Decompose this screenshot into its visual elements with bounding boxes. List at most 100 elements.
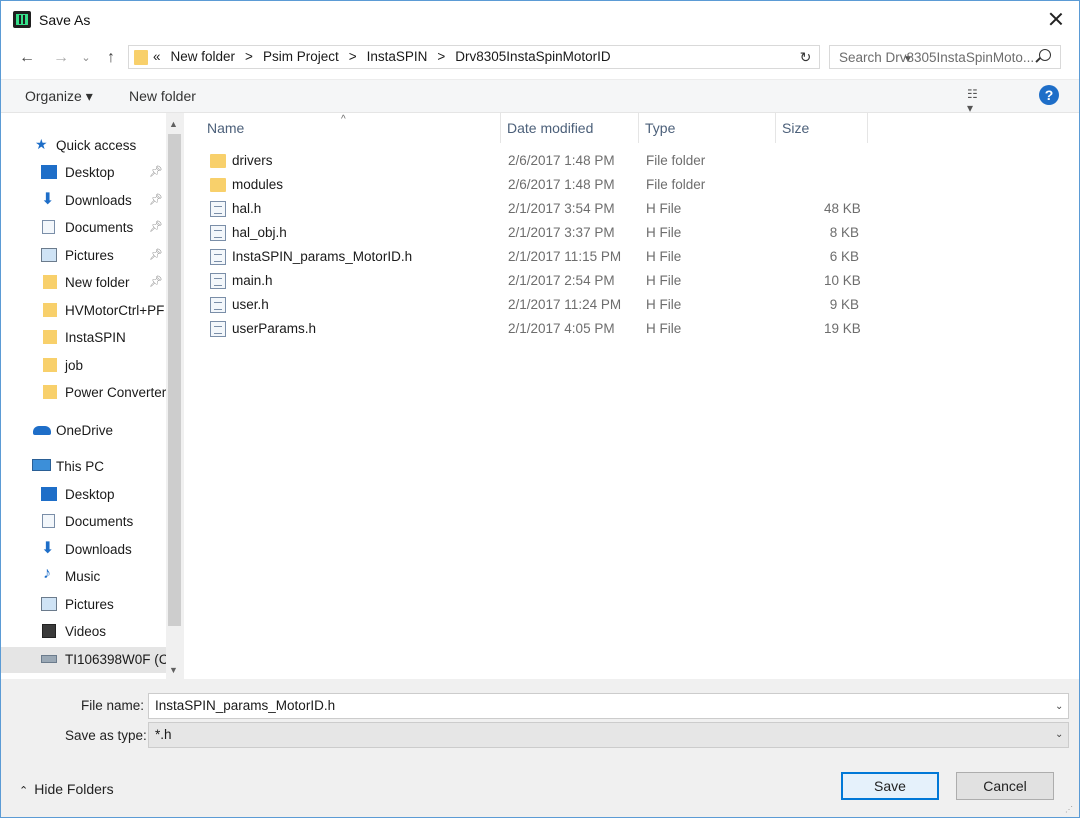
sidebar-item-label: Pictures bbox=[65, 597, 114, 612]
folder-icon bbox=[43, 358, 57, 372]
sidebar-item-pictures[interactable]: Pictures bbox=[1, 592, 166, 618]
file-row[interactable]: drivers 2/6/2017 1:48 PM File folder bbox=[204, 149, 1064, 173]
up-arrow-icon[interactable]: ↑ bbox=[101, 47, 121, 69]
file-type: H File bbox=[646, 297, 682, 312]
close-icon[interactable] bbox=[1041, 5, 1071, 33]
sidebar-item-desktop[interactable]: Desktop bbox=[1, 482, 166, 508]
breadcrumb-separator[interactable]: > bbox=[437, 49, 445, 64]
music-note-icon: ♪ bbox=[43, 565, 51, 582]
file-name-label: File name: bbox=[81, 698, 145, 713]
window-title: Save As bbox=[39, 12, 91, 28]
scroll-down-icon[interactable]: ▼ bbox=[169, 665, 178, 675]
sidebar-item-downloads[interactable]: ⬇ Downloads 📌︎ bbox=[1, 188, 166, 214]
breadcrumb-separator[interactable]: > bbox=[245, 49, 253, 64]
file-row[interactable]: user.h 2/1/2017 11:24 PM H File 9 KB bbox=[204, 293, 1064, 317]
resize-grip-icon[interactable]: ⋰ bbox=[1065, 805, 1075, 815]
pin-icon: 📌︎ bbox=[149, 166, 163, 178]
save-type-dropdown-icon[interactable]: ⌄ bbox=[1055, 729, 1063, 740]
sidebar-item-this-pc[interactable]: This PC bbox=[1, 454, 166, 480]
breadcrumb-separator[interactable]: > bbox=[349, 49, 357, 64]
file-name-input[interactable]: InstaSPIN_params_MotorID.h bbox=[148, 693, 1069, 719]
file-row[interactable]: modules 2/6/2017 1:48 PM File folder bbox=[204, 173, 1064, 197]
refresh-icon[interactable]: ↻ bbox=[792, 45, 820, 69]
h-file-icon bbox=[210, 249, 226, 265]
new-folder-button[interactable]: New folder bbox=[129, 88, 196, 104]
save-type-select[interactable]: *.h bbox=[148, 722, 1069, 748]
file-date: 2/1/2017 11:24 PM bbox=[508, 297, 622, 312]
sidebar-item-desktop[interactable]: Desktop 📌︎ bbox=[1, 160, 166, 186]
folder-icon bbox=[43, 275, 57, 289]
sidebar-item-power-converter[interactable]: Power Converter bbox=[1, 380, 166, 406]
file-row[interactable]: InstaSPIN_params_MotorID.h 2/1/2017 11:1… bbox=[204, 245, 1064, 269]
forward-arrow-icon[interactable]: → bbox=[51, 47, 71, 69]
sidebar-item-documents[interactable]: Documents bbox=[1, 509, 166, 535]
cancel-button[interactable]: Cancel bbox=[956, 772, 1054, 800]
breadcrumb-overflow[interactable]: « bbox=[153, 49, 161, 64]
sidebar-item-documents[interactable]: Documents 📌︎ bbox=[1, 215, 166, 241]
cloud-icon bbox=[33, 426, 51, 435]
folder-icon bbox=[134, 50, 148, 65]
file-row[interactable]: userParams.h 2/1/2017 4:05 PM H File 19 … bbox=[204, 317, 1064, 341]
save-type-label: Save as type: bbox=[65, 728, 147, 743]
sidebar-item-onedrive[interactable]: OneDrive bbox=[1, 418, 166, 444]
file-name: userParams.h bbox=[232, 321, 317, 336]
sidebar-item-music[interactable]: ♪ Music bbox=[1, 564, 166, 590]
video-icon bbox=[42, 624, 56, 638]
breadcrumb-item[interactable]: Psim Project bbox=[263, 49, 339, 64]
file-type: File folder bbox=[646, 177, 706, 192]
hide-folders-button[interactable]: ⌃ Hide Folders bbox=[19, 781, 114, 797]
sidebar-item-downloads[interactable]: ⬇ Downloads bbox=[1, 537, 166, 563]
sidebar-item-hvmotorctrl[interactable]: HVMotorCtrl+PF bbox=[1, 298, 166, 324]
help-icon[interactable]: ? bbox=[1039, 85, 1059, 105]
sidebar-item-videos[interactable]: Videos bbox=[1, 619, 166, 645]
search-icon[interactable] bbox=[1039, 49, 1051, 61]
breadcrumb: « New folder > Psim Project > InstaSPIN … bbox=[153, 49, 621, 64]
column-header-name[interactable]: Name bbox=[201, 113, 501, 143]
sidebar-item-job[interactable]: job bbox=[1, 353, 166, 379]
sidebar-item-label: Power Converter bbox=[65, 385, 166, 400]
file-size: 48 KB bbox=[824, 201, 861, 216]
sidebar-item-drive-c[interactable]: TI106398W0F (C: bbox=[1, 647, 181, 673]
sidebar-scrollbar-thumb[interactable] bbox=[168, 134, 181, 626]
sidebar-item-pictures[interactable]: Pictures 📌︎ bbox=[1, 243, 166, 269]
recent-locations-chevron-icon[interactable]: ⌄ bbox=[79, 47, 93, 69]
scroll-up-icon[interactable]: ▲ bbox=[169, 119, 178, 129]
sidebar-item-new-folder[interactable]: New folder 📌︎ bbox=[1, 270, 166, 296]
file-date: 2/1/2017 11:15 PM bbox=[508, 249, 622, 264]
breadcrumb-item[interactable]: Drv8305InstaSpinMotorID bbox=[455, 49, 610, 64]
file-size: 8 KB bbox=[829, 225, 859, 240]
column-header-size[interactable]: Size bbox=[776, 113, 868, 143]
address-bar[interactable]: « New folder > Psim Project > InstaSPIN … bbox=[128, 45, 913, 69]
file-name-dropdown-icon[interactable]: ⌄ bbox=[1055, 701, 1063, 712]
organize-button[interactable]: Organize ▾ bbox=[25, 88, 93, 105]
drive-icon bbox=[41, 655, 57, 663]
file-row[interactable]: hal_obj.h 2/1/2017 3:37 PM H File 8 KB bbox=[204, 221, 1064, 245]
column-header-type[interactable]: Type bbox=[639, 113, 776, 143]
column-header-date[interactable]: Date modified bbox=[501, 113, 639, 143]
sidebar-item-label: Music bbox=[65, 569, 101, 584]
desktop-icon bbox=[41, 487, 57, 501]
computer-icon bbox=[32, 459, 51, 471]
sidebar-item-instaspin[interactable]: InstaSPIN bbox=[1, 325, 166, 351]
back-arrow-icon[interactable]: ← bbox=[17, 47, 37, 69]
file-row[interactable]: main.h 2/1/2017 2:54 PM H File 10 KB bbox=[204, 269, 1064, 293]
sidebar-item-label: Quick access bbox=[56, 138, 137, 153]
file-name: modules bbox=[232, 177, 284, 192]
h-file-icon bbox=[210, 321, 226, 337]
save-button[interactable]: Save bbox=[841, 772, 939, 800]
sidebar-item-quick-access[interactable]: ★ Quick access bbox=[1, 133, 166, 159]
navigation-pane: ★ Quick access Desktop 📌︎ ⬇ Downloads 📌︎… bbox=[1, 113, 184, 679]
file-type: H File bbox=[646, 201, 682, 216]
breadcrumb-item[interactable]: InstaSPIN bbox=[367, 49, 428, 64]
sidebar-item-label: Documents bbox=[65, 514, 134, 529]
sidebar-item-label: OneDrive bbox=[56, 423, 114, 438]
file-date: 2/1/2017 4:05 PM bbox=[508, 321, 615, 336]
breadcrumb-item[interactable]: New folder bbox=[171, 49, 236, 64]
sidebar-item-label: Documents bbox=[65, 220, 134, 235]
search-input[interactable]: Search Drv8305InstaSpinMoto... bbox=[829, 45, 1061, 69]
view-options-icon[interactable]: ☷ ▾ bbox=[967, 87, 987, 115]
file-row[interactable]: hal.h 2/1/2017 3:54 PM H File 48 KB bbox=[204, 197, 1064, 221]
file-type: H File bbox=[646, 249, 682, 264]
h-file-icon bbox=[210, 225, 226, 241]
file-size: 10 KB bbox=[824, 273, 861, 288]
